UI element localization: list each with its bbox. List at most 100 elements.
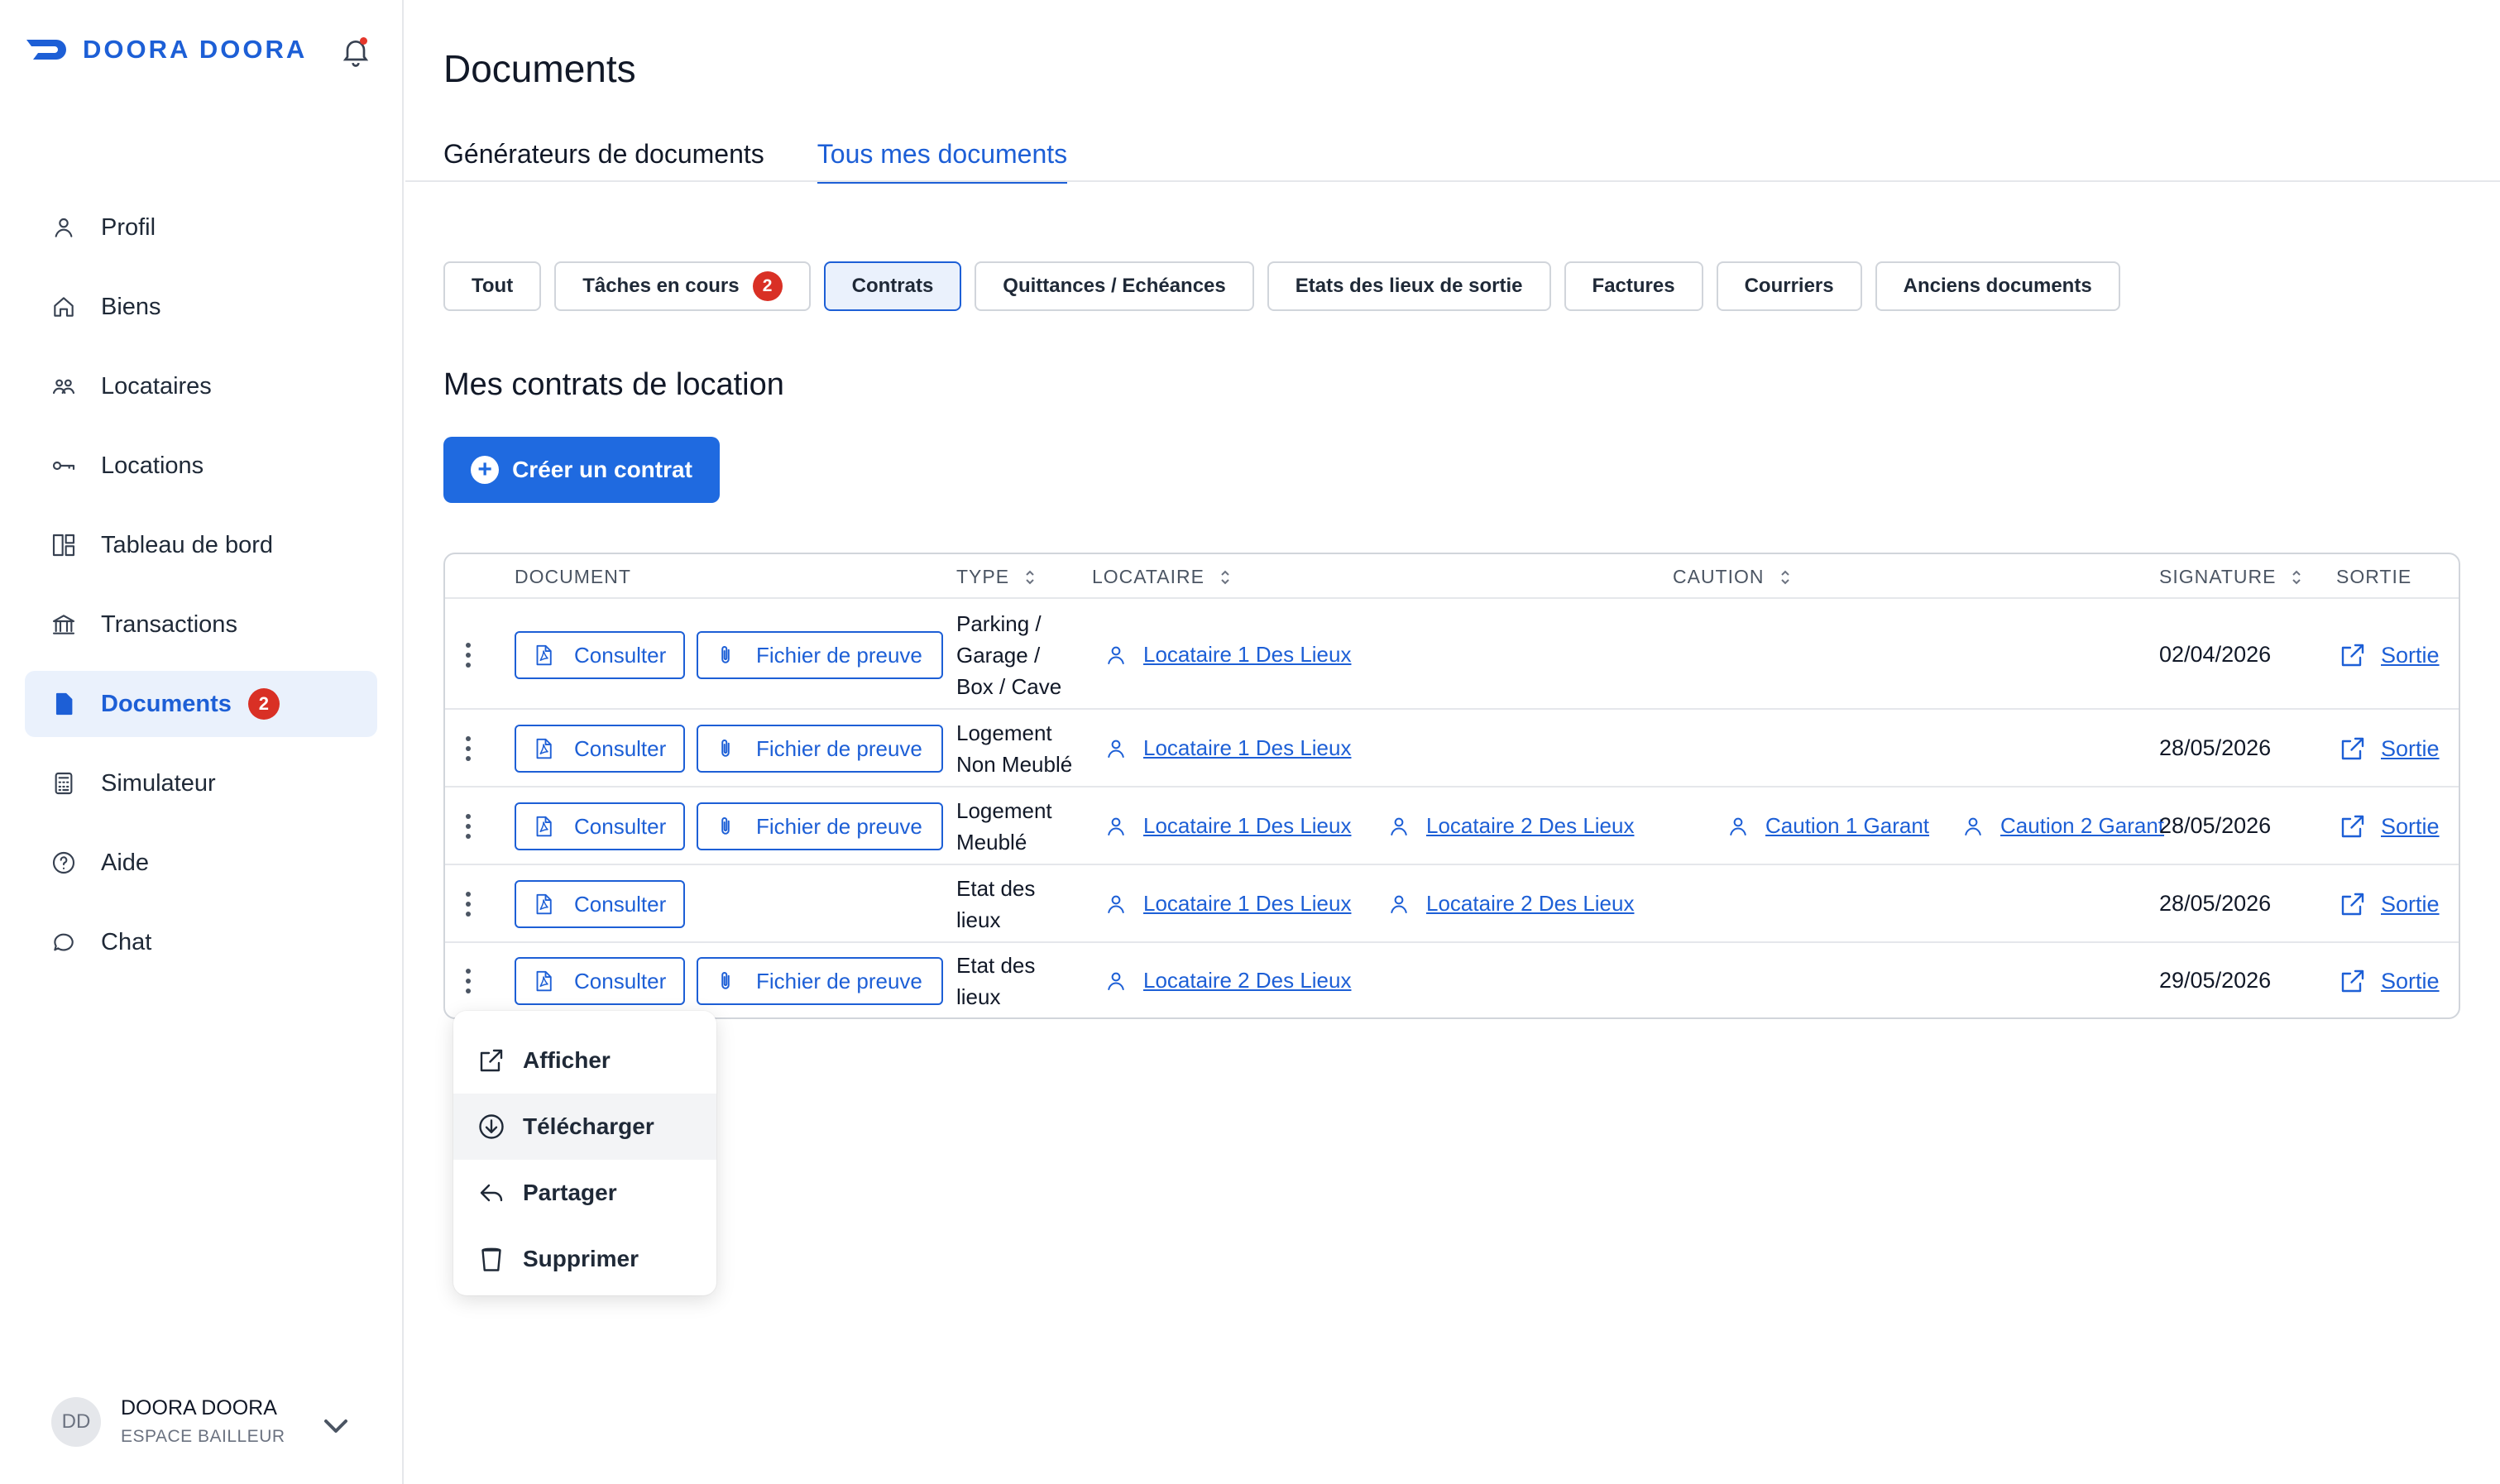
sidebar-item-aide[interactable]: Aide [25,830,377,896]
filter-anciens-documents[interactable]: Anciens documents [1875,261,2120,311]
menu-item-delete[interactable]: Supprimer [453,1226,716,1292]
sidebar-item-chat[interactable]: Chat [25,909,377,975]
sidebar-item-tableau-de-bord[interactable]: Tableau de bord [25,512,377,578]
contract-type-line: Parking / [956,611,1042,636]
menu-item-download[interactable]: Télécharger [453,1094,716,1160]
sidebar-item-label: Documents [101,690,232,717]
tenant-link[interactable]: Locataire 1 Des Lieux [1104,891,1351,917]
user-profile[interactable]: DD DOORA DOORA ESPACE BAILLEUR [51,1396,285,1447]
menu-item-view[interactable]: Afficher [453,1027,716,1094]
filter-factures[interactable]: Factures [1564,261,1703,311]
header-type[interactable]: TYPE [956,566,1036,588]
kebab-menu-icon[interactable] [463,966,473,996]
menu-item-share[interactable]: Partager [453,1160,716,1226]
signature-date: 28/05/2026 [2159,813,2272,838]
tenant-link[interactable]: Locataire 1 Des Lieux [1104,735,1351,761]
table-header: DOCUMENT TYPE LOCATAIRE CAUTION SIGNATUR… [445,554,2459,599]
filter-quittances-echéances[interactable]: Quittances / Echéances [975,261,1254,311]
key-icon [52,461,75,471]
paperclip-icon [721,740,730,757]
sortie-link[interactable]: Sortie [2338,640,2440,670]
sortie-link[interactable]: Sortie [2338,889,2440,919]
proof-file-button[interactable]: Fichier de preuve [697,802,943,850]
proof-file-button[interactable]: Fichier de preuve [697,957,943,1005]
tenant-link[interactable]: Locataire 2 Des Lieux [1104,968,1351,993]
filter-etats-des-lieux-de-sortie[interactable]: Etats des lieux de sortie [1267,261,1551,311]
brand-logo[interactable]: DOORA DOORA [25,35,307,65]
kebab-menu-icon[interactable] [463,734,473,764]
sidebar-item-locations[interactable]: Locations [25,433,377,499]
sidebar-item-biens[interactable]: Biens [25,274,377,340]
notification-dot [360,37,367,45]
sortie-label: Sortie [2381,891,2440,917]
consult-button[interactable]: Consulter [515,631,685,679]
user-icon [1391,817,1407,835]
pdf-file-icon [536,893,552,915]
avatar: DD [51,1396,101,1447]
tab-generators[interactable]: Générateurs de documents [443,139,764,184]
chat-icon [54,933,74,951]
chevron-down-icon[interactable] [321,1416,351,1436]
sidebar-item-profil[interactable]: Profil [25,194,377,261]
user-icon [1108,895,1124,913]
filter-label: Courriers [1744,275,1834,297]
share-icon [480,1184,503,1202]
create-contract-button[interactable]: + Créer un contrat [443,437,720,503]
filter-tâches-en-cours[interactable]: Tâches en cours 2 [554,261,811,311]
table-row: Consulter Fichier de preuve Logement Meublé… [445,787,2459,865]
sidebar-item-documents[interactable]: Documents 2 [25,671,377,737]
sidebar-item-locataires[interactable]: Locataires [25,353,377,419]
sortie-link[interactable]: Sortie [2338,811,2440,841]
nav-icon-wrap [50,849,78,877]
filter-tout[interactable]: Tout [443,261,542,311]
person-name: Locataire 1 Des Lieux [1143,735,1352,760]
header-caution[interactable]: CAUTION [1673,566,1791,588]
nav-icon-wrap [50,531,78,559]
users-icon [52,379,75,395]
sidebar-item-simulateur[interactable]: Simulateur [25,750,377,816]
tenant-link[interactable]: Locataire 2 Des Lieux [1386,813,1634,839]
header-locataire[interactable]: LOCATAIRE [1092,566,1231,588]
guarantor-link[interactable]: Caution 2 Garant [1961,813,2164,839]
kebab-menu-icon[interactable] [463,640,473,670]
tenant-link[interactable]: Locataire 1 Des Lieux [1104,813,1351,839]
header-signature[interactable]: SIGNATURE [2159,566,2302,588]
consult-label: Consulter [574,813,667,839]
consult-button[interactable]: Consulter [515,802,685,850]
proof-file-button[interactable]: Fichier de preuve [697,631,943,679]
create-contract-label: Créer un contrat [512,457,692,482]
kebab-menu-icon[interactable] [463,889,473,919]
home-icon [54,297,74,317]
kebab-menu-icon[interactable] [463,811,473,841]
notifications-bell-icon[interactable] [339,35,372,68]
trash-icon [481,1247,501,1271]
sortie-link[interactable]: Sortie [2338,734,2440,764]
sortie-label: Sortie [2381,968,2440,993]
consult-button[interactable]: Consulter [515,880,685,928]
tenant-link[interactable]: Locataire 2 Des Lieux [1386,891,1634,917]
consult-button[interactable]: Consulter [515,725,685,773]
consult-button[interactable]: Consulter [515,957,685,1005]
filter-courriers[interactable]: Courriers [1716,261,1862,311]
guarantor-link[interactable]: Caution 1 Garant [1726,813,1929,839]
tab-all-documents[interactable]: Tous mes documents [817,139,1068,184]
proof-file-button[interactable]: Fichier de preuve [697,725,943,773]
sortie-link[interactable]: Sortie [2338,966,2440,996]
sidebar-item-transactions[interactable]: Transactions [25,591,377,658]
sort-icon [2292,570,2301,584]
filter-label: Etats des lieux de sortie [1295,275,1523,297]
menu-item-label: Afficher [523,1047,611,1073]
sidebar-item-label: Transactions [101,610,237,638]
header-sortie: SORTIE [2336,566,2412,587]
filter-contrats[interactable]: Contrats [823,261,962,311]
sidebar-item-label: Chat [101,928,152,955]
tenant-link[interactable]: Locataire 1 Des Lieux [1104,642,1351,668]
proof-file-label: Fichier de preuve [756,968,922,993]
menu-item-label: Télécharger [523,1113,654,1139]
paperclip-icon [721,646,730,663]
signature-date: 28/05/2026 [2159,891,2272,916]
contracts-table: DOCUMENT TYPE LOCATAIRE CAUTION SIGNATUR… [443,553,2460,1019]
contract-type: Etat des lieux [956,873,1089,936]
external-link-icon [2341,893,2364,916]
menu-item-label: Partager [523,1180,617,1205]
